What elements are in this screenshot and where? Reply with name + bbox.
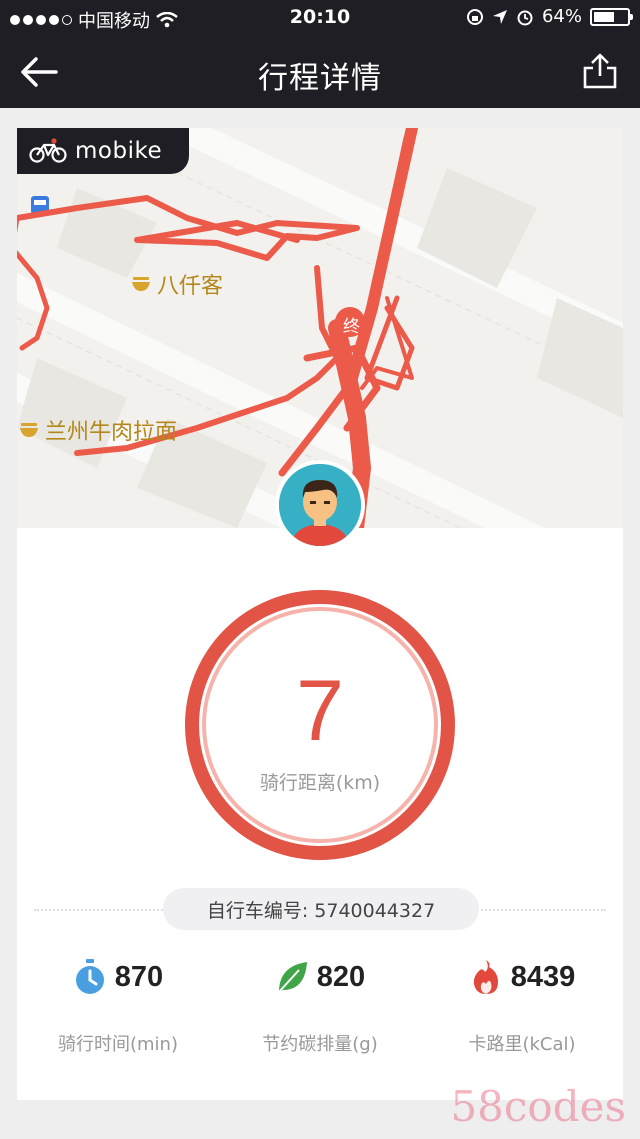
- stat-calories: 8439 卡路里(kCal): [421, 958, 623, 1068]
- user-avatar-icon: [279, 464, 361, 546]
- stat-value: 8439: [510, 960, 576, 993]
- poi-name: 八仟客: [157, 274, 224, 299]
- alarm-icon: [517, 10, 533, 25]
- flame-icon: [473, 960, 498, 994]
- trip-card: mobike 八仟客 兰州牛肉拉面 终 7 骑行距离(km) 自行车编号: 57…: [17, 128, 623, 1100]
- poi-name: 兰州牛肉拉面: [45, 420, 178, 445]
- bike-number-badge: 自行车编号: 5740044327: [163, 888, 479, 930]
- stats-row: 870 骑行时间(min) 820 节约碳排量(g) 8439 卡路里(kCal…: [17, 958, 623, 1068]
- battery-percent: 64%: [541, 6, 582, 27]
- mobike-logo: mobike: [17, 128, 189, 174]
- status-bar: 中国移动 20:10 64%: [0, 0, 640, 36]
- page-title: 行程详情: [258, 61, 382, 96]
- battery-fill: [594, 11, 614, 22]
- stat-label: 节约碳排量(g): [262, 1034, 378, 1055]
- end-marker: 终: [343, 317, 360, 337]
- stat-value: 820: [316, 960, 366, 993]
- share-icon[interactable]: [582, 52, 618, 90]
- distance-label: 骑行距离(km): [259, 772, 381, 794]
- logo-text: mobike: [75, 138, 163, 164]
- stat-label: 骑行时间(min): [58, 1034, 178, 1055]
- restaurant-icon: [132, 277, 150, 291]
- restaurant-icon: [20, 423, 38, 437]
- poi-baqianke[interactable]: 八仟客: [131, 268, 223, 300]
- stopwatch-icon: [75, 959, 104, 994]
- battery-icon: [590, 7, 633, 26]
- stat-carbon-saved: 820 节约碳排量(g): [219, 958, 421, 1068]
- distance-value: 7: [296, 663, 344, 759]
- watermark: 58codes: [450, 1082, 626, 1131]
- stat-ride-time: 870 骑行时间(min): [17, 958, 219, 1068]
- poi-lanzhou-noodles[interactable]: 兰州牛肉拉面: [19, 414, 177, 446]
- nav-bar: 行程详情: [0, 36, 640, 108]
- location-icon: [492, 9, 507, 24]
- leaf-icon: [278, 962, 307, 993]
- stat-label: 卡路里(kCal): [468, 1034, 576, 1055]
- status-right: 64%: [466, 6, 633, 27]
- rotation-lock-icon: [466, 8, 483, 25]
- stat-value: 870: [114, 960, 164, 993]
- bicycle-icon: [29, 138, 67, 163]
- avatar[interactable]: [275, 460, 365, 550]
